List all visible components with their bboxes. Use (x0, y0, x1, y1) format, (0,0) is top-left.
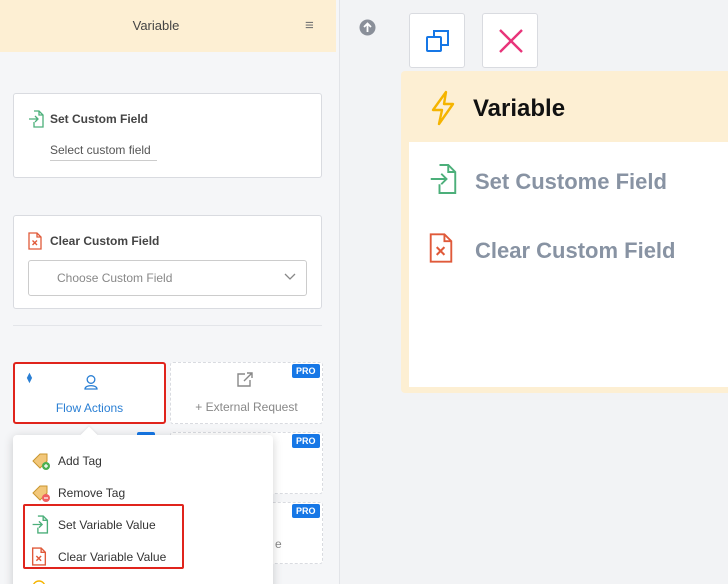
clear-custom-field-title: Clear Custom Field (50, 234, 160, 248)
dropdown-item-label: Add Tag (58, 454, 102, 468)
dropdown-item-add-tag[interactable]: Add Tag (31, 451, 251, 471)
pro-badge: PRO (292, 434, 320, 448)
set-field-icon (430, 164, 457, 194)
partial-label: e (275, 537, 282, 551)
clear-custom-field-card[interactable]: Clear Custom Field Choose Custom Field (13, 215, 322, 309)
flow-actions-label: Flow Actions (55, 401, 124, 415)
delete-button[interactable] (482, 13, 538, 68)
choose-custom-field-select[interactable]: Choose Custom Field (28, 260, 307, 296)
node-item-label: Set Custome Field (475, 169, 667, 194)
divider (13, 325, 322, 326)
tag-remove-icon (32, 485, 50, 502)
external-link-icon (237, 372, 253, 387)
set-field-icon (29, 110, 44, 128)
pro-badge: PRO (292, 364, 320, 378)
select-custom-field-link[interactable]: Select custom field (50, 143, 157, 161)
dropdown-caret (80, 426, 98, 444)
node-body: Set Custome Field Clear Custom Field (409, 142, 728, 387)
dropdown-item-label: Remove Tag (58, 486, 126, 500)
select-placeholder: Choose Custom Field (57, 271, 173, 285)
clear-field-icon (429, 233, 453, 263)
external-request-label: + External Request (195, 400, 298, 414)
sidebar-panel: Variable ≡ Set Custom Field Select custo… (0, 0, 340, 584)
flow-actions-tile[interactable]: ▲ ▼ Flow Actions (13, 362, 166, 424)
node-item-set-custom-field[interactable]: Set Custome Field (429, 163, 728, 197)
sidebar-title: Variable (132, 18, 180, 33)
highlight-box (23, 504, 184, 569)
sort-icon[interactable]: ▲ ▼ (25, 371, 34, 385)
flow-actions-dropdown: Add Tag Remove Tag Set Variable Value Cl… (13, 426, 273, 584)
clear-field-icon (28, 232, 42, 250)
hamburger-icon[interactable]: ≡ (305, 18, 314, 33)
duplicate-button[interactable] (409, 13, 465, 68)
partial-icon (33, 580, 45, 584)
duplicate-icon (426, 30, 449, 52)
tag-add-icon (32, 453, 50, 470)
user-flow-icon (84, 375, 98, 390)
sidebar-header: Variable ≡ (0, 0, 336, 52)
close-icon (499, 29, 523, 53)
node-item-label: Clear Custom Field (475, 238, 676, 263)
bolt-icon (431, 90, 455, 126)
set-custom-field-card[interactable]: Set Custom Field Select custom field (13, 93, 322, 178)
dropdown-item-partial[interactable] (31, 579, 251, 584)
dropdown-item-remove-tag[interactable]: Remove Tag (31, 483, 251, 503)
chevron-down-icon (284, 273, 296, 280)
node-title: Variable (473, 95, 566, 122)
node-item-clear-custom-field[interactable]: Clear Custom Field (429, 232, 728, 266)
variable-node[interactable]: Variable Set Custome Field Clear Custom … (401, 71, 728, 393)
pro-badge: PRO (292, 504, 320, 518)
arrow-up-circle-icon[interactable] (359, 19, 376, 36)
set-custom-field-title: Set Custom Field (50, 112, 149, 126)
